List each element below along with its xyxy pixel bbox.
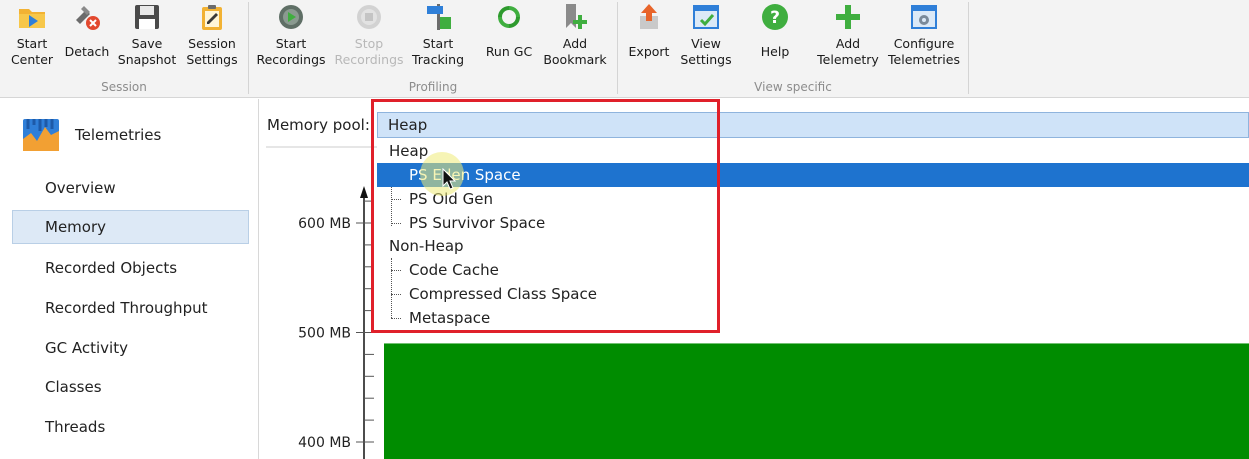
- start-tracking-icon: [427, 4, 451, 30]
- help-label: Help: [760, 44, 790, 59]
- start-tracking-label: Start Tracking: [411, 36, 465, 67]
- view-settings-label: View Settings: [680, 36, 732, 67]
- stop-recordings-button[interactable]: Stop Recordings: [332, 0, 406, 78]
- session-settings-label: Session Settings: [186, 36, 238, 67]
- view-settings-icon: [693, 5, 719, 29]
- export-label: Export: [628, 44, 670, 59]
- sidebar-item-recorded-throughput[interactable]: Recorded Throughput: [12, 291, 249, 325]
- sidebar-item-threads[interactable]: Threads: [12, 410, 249, 444]
- session-settings-button[interactable]: Session Settings: [181, 0, 243, 78]
- run-gc-button[interactable]: Run GC: [480, 0, 538, 78]
- start-center-label: Start Center: [10, 36, 54, 67]
- option-label: Heap: [389, 142, 429, 160]
- view-settings-button[interactable]: View Settings: [676, 0, 736, 78]
- sidebar-item-classes[interactable]: Classes: [12, 370, 249, 404]
- sidebar-title: Telemetries: [75, 126, 162, 144]
- option-label: Metaspace: [409, 309, 491, 327]
- dropdown-option-ps-eden-space[interactable]: PS Eden Space: [377, 163, 1249, 187]
- y-tick-label: 400 MB: [298, 435, 351, 451]
- y-tick-label: 500 MB: [298, 326, 351, 342]
- mouse-cursor-icon: [442, 168, 456, 190]
- export-icon: [640, 4, 658, 29]
- configure-telemetries-icon: [911, 5, 937, 29]
- stop-recordings-label: Stop Recordings: [334, 36, 404, 67]
- detach-button[interactable]: Detach: [60, 0, 114, 78]
- export-button[interactable]: Export: [624, 0, 674, 78]
- group-label-view-specific: View specific: [754, 80, 832, 94]
- svg-text:?: ?: [770, 8, 780, 28]
- start-center-icon: [19, 9, 45, 28]
- add-telemetry-icon: [836, 5, 860, 29]
- run-gc-label: Run GC: [485, 44, 533, 59]
- sidebar-item-overview[interactable]: Overview: [12, 171, 249, 205]
- dropdown-option-ps-survivor-space[interactable]: PS Survivor Space: [377, 211, 1249, 235]
- help-button[interactable]: ? Help: [750, 0, 800, 78]
- stop-recordings-icon: [357, 5, 381, 29]
- memory-pool-dropdown: Heap PS Eden Space PS Old Gen PS Survivo…: [377, 138, 1249, 330]
- y-axis-arrow: [360, 186, 368, 198]
- run-gc-icon: [498, 6, 520, 28]
- sidebar-item-gc-activity[interactable]: GC Activity: [12, 331, 249, 365]
- add-telemetry-button[interactable]: Add Telemetry: [815, 0, 881, 78]
- memory-pool-label: Memory pool:: [267, 116, 370, 134]
- sidebar: Telemetries Overview Memory Recorded Obj…: [0, 99, 259, 459]
- session-settings-icon: [202, 5, 222, 30]
- sidebar-item-recorded-objects[interactable]: Recorded Objects: [12, 251, 249, 285]
- memory-pool-select[interactable]: Heap: [377, 112, 1249, 138]
- option-label: Compressed Class Space: [409, 285, 597, 303]
- group-divider: [968, 2, 969, 94]
- add-bookmark-button[interactable]: Add Bookmark: [540, 0, 610, 78]
- save-snapshot-button[interactable]: Save Snapshot: [117, 0, 177, 78]
- telemetries-icon: [23, 119, 59, 151]
- add-bookmark-label: Add Bookmark: [543, 36, 607, 67]
- start-recordings-label: Start Recordings: [256, 36, 326, 67]
- dropdown-option-code-cache[interactable]: Code Cache: [377, 258, 1249, 282]
- add-bookmark-icon: [566, 4, 587, 29]
- toolbar: Session Profiling View specific Start Ce…: [0, 0, 1249, 98]
- dropdown-option-heap[interactable]: Heap: [377, 139, 1249, 163]
- add-telemetry-label: Add Telemetry: [817, 36, 879, 67]
- dropdown-option-non-heap[interactable]: Non-Heap: [377, 234, 1249, 258]
- detach-label: Detach: [64, 44, 110, 59]
- configure-telemetries-button[interactable]: Configure Telemetries: [884, 0, 964, 78]
- sidebar-item-memory[interactable]: Memory: [12, 210, 249, 244]
- dropdown-option-metaspace[interactable]: Metaspace: [377, 306, 1249, 330]
- group-label-profiling: Profiling: [408, 80, 458, 94]
- save-snapshot-label: Save Snapshot: [117, 36, 177, 67]
- y-tick-label: 600 MB: [298, 216, 351, 232]
- start-center-button[interactable]: Start Center: [4, 0, 60, 78]
- option-label: Code Cache: [409, 261, 499, 279]
- start-recordings-icon: [279, 5, 303, 29]
- option-label: PS Survivor Space: [409, 214, 546, 232]
- configure-telemetries-label: Configure Telemetries: [888, 36, 960, 67]
- save-icon: [135, 5, 159, 29]
- memory-usage-area: [384, 343, 1249, 459]
- dropdown-option-ps-old-gen[interactable]: PS Old Gen: [377, 187, 1249, 211]
- detach-icon: [76, 6, 100, 30]
- start-tracking-button[interactable]: Start Tracking: [406, 0, 470, 78]
- group-label-session: Session: [101, 80, 147, 94]
- help-icon: ?: [762, 4, 788, 30]
- option-label: Non-Heap: [389, 237, 464, 255]
- dropdown-option-compressed-class-space[interactable]: Compressed Class Space: [377, 282, 1249, 306]
- start-recordings-button[interactable]: Start Recordings: [254, 0, 328, 78]
